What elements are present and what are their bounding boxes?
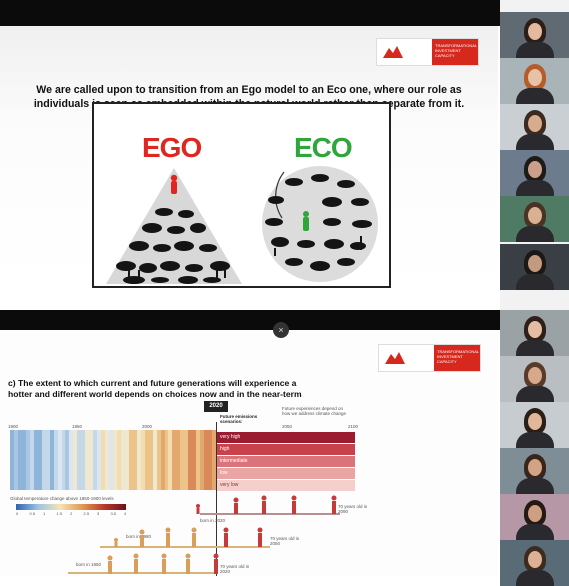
brand-text: TRANSFORMATIONAL INVESTMENT CAPACITY bbox=[434, 345, 480, 371]
participant-video-tile[interactable] bbox=[500, 150, 569, 196]
axis-year-2000: 2000 bbox=[142, 424, 153, 429]
slide-divider bbox=[0, 290, 500, 310]
participant-shoulders bbox=[516, 570, 554, 586]
participant-shoulders bbox=[516, 386, 554, 402]
participant-face bbox=[528, 207, 542, 224]
participant-shoulders bbox=[516, 478, 554, 494]
brand-text: TRANSFORMATIONAL INVESTMENT CAPACITY bbox=[432, 39, 478, 65]
participant-video-tile[interactable] bbox=[500, 58, 569, 104]
scenario-very-low: very low bbox=[216, 480, 355, 491]
age-label-2090: 70 years old in 2090 bbox=[338, 504, 368, 514]
axis-year-2100: 2100 bbox=[348, 424, 359, 429]
close-share-button[interactable]: × bbox=[273, 322, 289, 338]
legend-tick: 3.5 bbox=[110, 511, 117, 516]
participant-face bbox=[528, 115, 542, 132]
future-scenarios-header: Future emissions scenarios: bbox=[220, 414, 258, 424]
ego-eco-illustration: EGO ECO bbox=[92, 102, 391, 288]
slide-heading-line-1: We are called upon to transition from an… bbox=[36, 84, 462, 96]
participant-video-tile[interactable] bbox=[500, 494, 569, 540]
participant-face bbox=[528, 321, 542, 338]
participant-shoulders bbox=[516, 524, 554, 540]
future-note: Future experiences depend on how we addr… bbox=[282, 406, 347, 416]
participant-shoulders bbox=[516, 432, 554, 448]
legend-tick: 2 bbox=[70, 511, 73, 516]
participant-face bbox=[528, 413, 542, 430]
participant-shoulders bbox=[516, 340, 554, 356]
participant-face bbox=[528, 255, 542, 272]
participant-video-tile[interactable] bbox=[500, 448, 569, 494]
participant-shoulders bbox=[516, 180, 554, 196]
participant-face bbox=[528, 459, 542, 476]
participant-face bbox=[528, 505, 542, 522]
axis-year-2050: 2050 bbox=[282, 424, 293, 429]
people-row-1980-icon bbox=[114, 527, 263, 547]
participant-video-tile[interactable] bbox=[500, 540, 569, 586]
participant-face bbox=[528, 551, 542, 568]
second-window-bar bbox=[0, 310, 500, 330]
participant-video-tile[interactable] bbox=[500, 196, 569, 242]
participant-shoulders bbox=[516, 274, 554, 290]
brand-logo: TRANSFORMATIONAL INVESTMENT CAPACITY bbox=[376, 38, 479, 66]
people-row-2020-icon bbox=[196, 495, 337, 514]
legend-tick: 0 bbox=[16, 511, 19, 516]
ego-label: EGO bbox=[142, 132, 202, 163]
scenario-intermediate: intermediate bbox=[216, 456, 355, 467]
people-row-1950-icon bbox=[107, 553, 219, 574]
ego-pyramid-icon bbox=[106, 168, 242, 284]
participant-shoulders bbox=[516, 134, 554, 150]
age-label-2050: 70 years old in 2050 bbox=[270, 536, 300, 546]
eco-circle-icon bbox=[262, 166, 378, 282]
legend-tick: 1 bbox=[43, 511, 46, 516]
participant-face bbox=[528, 161, 542, 178]
participant-face bbox=[528, 69, 542, 86]
participant-shoulders bbox=[516, 42, 554, 58]
born-label-2020: born in 2020 bbox=[200, 518, 226, 523]
msf-runner-icon bbox=[385, 352, 405, 364]
age-label-2020: 70 years old in 2020 bbox=[220, 564, 250, 574]
warming-stripes bbox=[10, 430, 217, 490]
participant-video-tile[interactable] bbox=[500, 310, 569, 356]
participant-video-tile[interactable] bbox=[500, 402, 569, 448]
slide-climate-generations: TRANSFORMATIONAL INVESTMENT CAPACITY c) … bbox=[0, 330, 498, 576]
legend-tick: 1.5 bbox=[56, 511, 63, 516]
legend-tick: 3 bbox=[97, 511, 100, 516]
participant-face bbox=[528, 23, 542, 40]
scenario-high: high bbox=[216, 444, 355, 455]
scenario-low: low bbox=[216, 468, 355, 479]
legend-tick: 2.5 bbox=[83, 511, 90, 516]
temperature-legend-bar bbox=[16, 504, 126, 510]
legend-tick: 4 bbox=[124, 511, 127, 516]
brand-logo-2: TRANSFORMATIONAL INVESTMENT CAPACITY bbox=[378, 344, 481, 372]
participant-video-tile[interactable] bbox=[500, 104, 569, 150]
participant-video-tile[interactable] bbox=[500, 12, 569, 58]
participant-shoulders bbox=[516, 226, 554, 242]
top-window-bar bbox=[0, 0, 500, 26]
msf-runner-icon bbox=[383, 46, 403, 58]
legend-title: Global temperature change above 1850-190… bbox=[10, 496, 114, 501]
participant-panel bbox=[500, 0, 569, 586]
legend-ticks: 0 0.5 1 1.5 2 2.5 3 3.5 4 bbox=[16, 511, 130, 517]
participant-shoulders bbox=[516, 88, 554, 104]
legend-tick: 0.5 bbox=[29, 511, 36, 516]
participant-video-tile[interactable] bbox=[500, 356, 569, 402]
participant-video-tile[interactable] bbox=[500, 244, 569, 290]
question-line-1: c) The extent to which current and futur… bbox=[8, 378, 297, 388]
participant-face bbox=[528, 367, 542, 384]
question-line-2: hotter and different world depends on ch… bbox=[8, 389, 302, 399]
scenario-very-high: very high bbox=[216, 432, 355, 443]
axis-year-1900: 1900 bbox=[8, 424, 19, 429]
axis-year-1950: 1950 bbox=[72, 424, 83, 429]
year-marker: 2020 bbox=[204, 401, 228, 412]
